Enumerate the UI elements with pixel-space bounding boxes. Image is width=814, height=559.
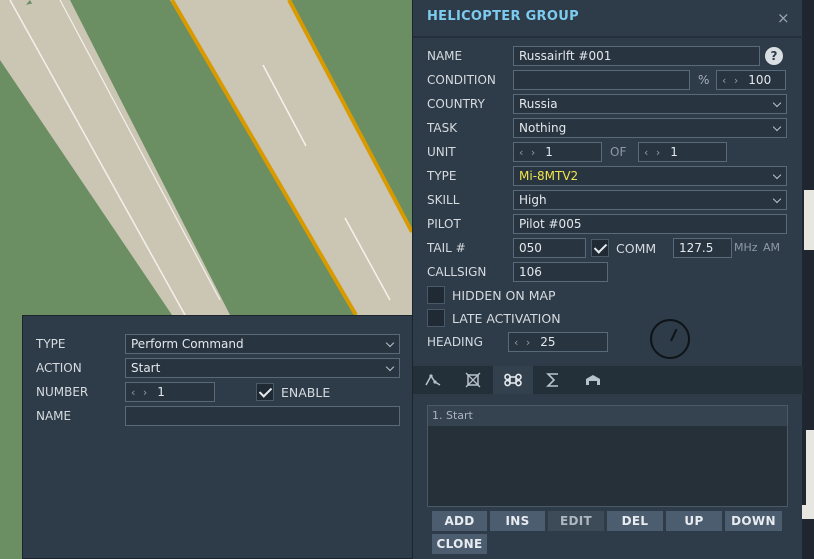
close-icon[interactable]: × — [777, 9, 790, 27]
comm-frequency-field[interactable]: 127.5 — [673, 238, 732, 258]
tab-summary[interactable] — [533, 366, 573, 394]
callsign-label: CALLSIGN — [427, 265, 487, 279]
tail-label: TAIL # — [427, 241, 466, 255]
enable-checkbox[interactable] — [256, 383, 274, 401]
hidden-on-map-checkbox[interactable] — [427, 286, 445, 304]
pilot-label: PILOT — [427, 217, 461, 231]
tab-actions[interactable] — [493, 366, 533, 394]
name-field[interactable]: Russairlft #001 — [513, 46, 760, 66]
command-icon — [504, 373, 522, 387]
command-name-label: NAME — [36, 409, 72, 423]
command-name-field[interactable] — [125, 406, 400, 426]
pilot-field[interactable]: Pilot #005 — [513, 214, 787, 234]
skill-select[interactable]: High — [513, 190, 787, 210]
comm-label: COMM — [616, 241, 657, 256]
unit-label: UNIT — [427, 145, 456, 159]
tab-route[interactable] — [413, 366, 453, 394]
command-number-label: NUMBER — [36, 385, 89, 399]
helicopter-group-panel: HELICOPTER GROUP × NAME Russairlft #001 … — [412, 0, 803, 559]
command-action-select[interactable]: Start — [125, 358, 400, 378]
modulation-label[interactable]: AM — [763, 240, 780, 256]
percent-label: % — [698, 73, 710, 87]
type-label: TYPE — [427, 169, 457, 183]
move-up-button[interactable]: UP — [666, 511, 722, 531]
command-action-label: ACTION — [36, 361, 82, 375]
actions-list[interactable]: 1. Start — [427, 405, 788, 507]
clone-button[interactable]: CLONE — [432, 534, 487, 554]
heading-needle — [670, 328, 678, 342]
country-select[interactable]: Russia — [513, 94, 787, 114]
condition-field[interactable] — [513, 70, 690, 90]
command-type-select[interactable]: Perform Command — [125, 334, 400, 354]
late-activation-label: LATE ACTIVATION — [452, 311, 561, 326]
hangar-icon — [586, 375, 600, 385]
route-icon — [425, 374, 441, 386]
stepper-arrows-icon: ‹ › — [519, 146, 538, 159]
target-icon — [465, 372, 481, 388]
heading-stepper[interactable]: ‹ › 25 — [508, 332, 608, 352]
map-edge — [800, 0, 814, 559]
command-panel: TYPE Perform Command ACTION Start NUMBER… — [22, 315, 413, 559]
name-label: NAME — [427, 49, 463, 63]
list-item[interactable]: 1. Start — [428, 406, 787, 426]
stepper-arrows-icon: ‹ › — [131, 386, 150, 399]
hidden-on-map-label: HIDDEN ON MAP — [452, 288, 556, 303]
tab-bar — [413, 366, 803, 394]
heading-dial[interactable] — [650, 319, 690, 359]
skill-label: SKILL — [427, 193, 460, 207]
edit-button[interactable]: EDIT — [548, 511, 604, 531]
of-label: OF — [610, 145, 627, 159]
delete-button[interactable]: DEL — [607, 511, 663, 531]
task-select[interactable]: Nothing — [513, 118, 787, 138]
task-label: TASK — [427, 121, 458, 135]
sigma-icon — [546, 373, 558, 387]
unit-stepper[interactable]: ‹ › 1 — [513, 142, 602, 162]
stepper-arrows-icon: ‹ › — [514, 336, 533, 349]
condition-stepper[interactable]: ‹ › 100 — [716, 70, 786, 90]
help-icon[interactable]: ? — [765, 47, 783, 65]
stepper-arrows-icon: ‹ › — [722, 74, 741, 87]
condition-label: CONDITION — [427, 73, 496, 87]
command-type-label: TYPE — [36, 337, 66, 351]
heading-label: HEADING — [427, 335, 483, 349]
tail-number-field[interactable]: 050 — [513, 238, 586, 258]
comm-checkbox[interactable] — [591, 239, 609, 257]
insert-button[interactable]: INS — [490, 511, 545, 531]
command-number-stepper[interactable]: ‹ › 1 — [125, 382, 215, 402]
add-button[interactable]: ADD — [432, 511, 487, 531]
panel-title: HELICOPTER GROUP — [427, 9, 579, 24]
type-select[interactable]: Mi-8MTV2 — [513, 166, 787, 186]
late-activation-checkbox[interactable] — [427, 309, 445, 327]
move-down-button[interactable]: DOWN — [725, 511, 782, 531]
tab-payload[interactable] — [573, 366, 613, 394]
callsign-field[interactable]: 106 — [513, 262, 608, 282]
enable-label: ENABLE — [281, 385, 331, 400]
stepper-arrows-icon: ‹ › — [644, 146, 663, 159]
title-divider — [413, 36, 803, 38]
country-label: COUNTRY — [427, 97, 485, 111]
unit-of-stepper[interactable]: ‹ › 1 — [638, 142, 727, 162]
tab-target[interactable] — [453, 366, 493, 394]
mhz-label: MHz — [734, 241, 758, 254]
